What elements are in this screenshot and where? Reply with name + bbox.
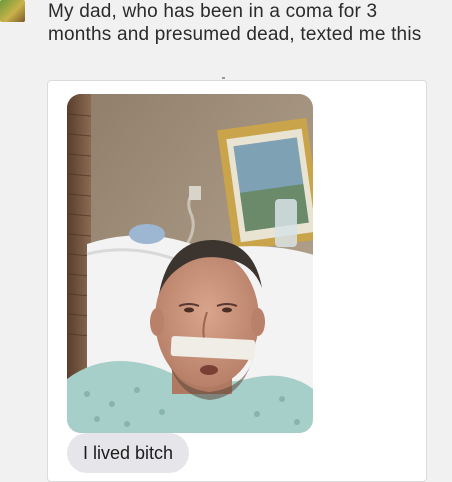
message-bubble: I lived bitch (67, 433, 190, 473)
user-avatar[interactable] (0, 0, 25, 22)
message-photo[interactable] (67, 94, 313, 433)
hospital-selfie-image (67, 94, 313, 433)
divider-mark (222, 77, 225, 79)
post-text: My dad, who has been in a coma for 3 mon… (48, 1, 422, 45)
